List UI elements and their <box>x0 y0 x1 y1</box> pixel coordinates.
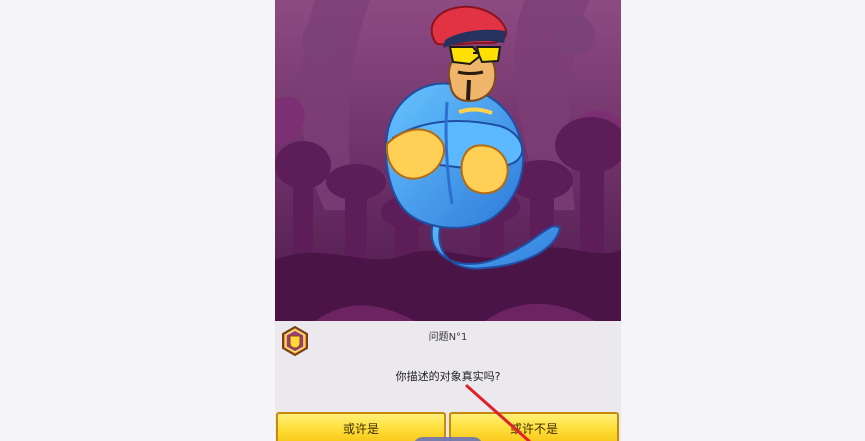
screen: 问题N°1 你描述的对象真实吗? 或许是 或许不是 <box>0 0 865 441</box>
genie-scene <box>275 0 621 321</box>
question-text: 你描述的对象真实吗? <box>395 370 501 383</box>
game-window: 问题N°1 你描述的对象真实吗? 或许是 或许不是 <box>275 0 621 441</box>
question-panel: 问题N°1 你描述的对象真实吗? 或许是 或许不是 <box>275 321 621 441</box>
question-number: 问题N°1 <box>428 332 468 343</box>
bottom-nav-handle[interactable] <box>413 437 483 441</box>
